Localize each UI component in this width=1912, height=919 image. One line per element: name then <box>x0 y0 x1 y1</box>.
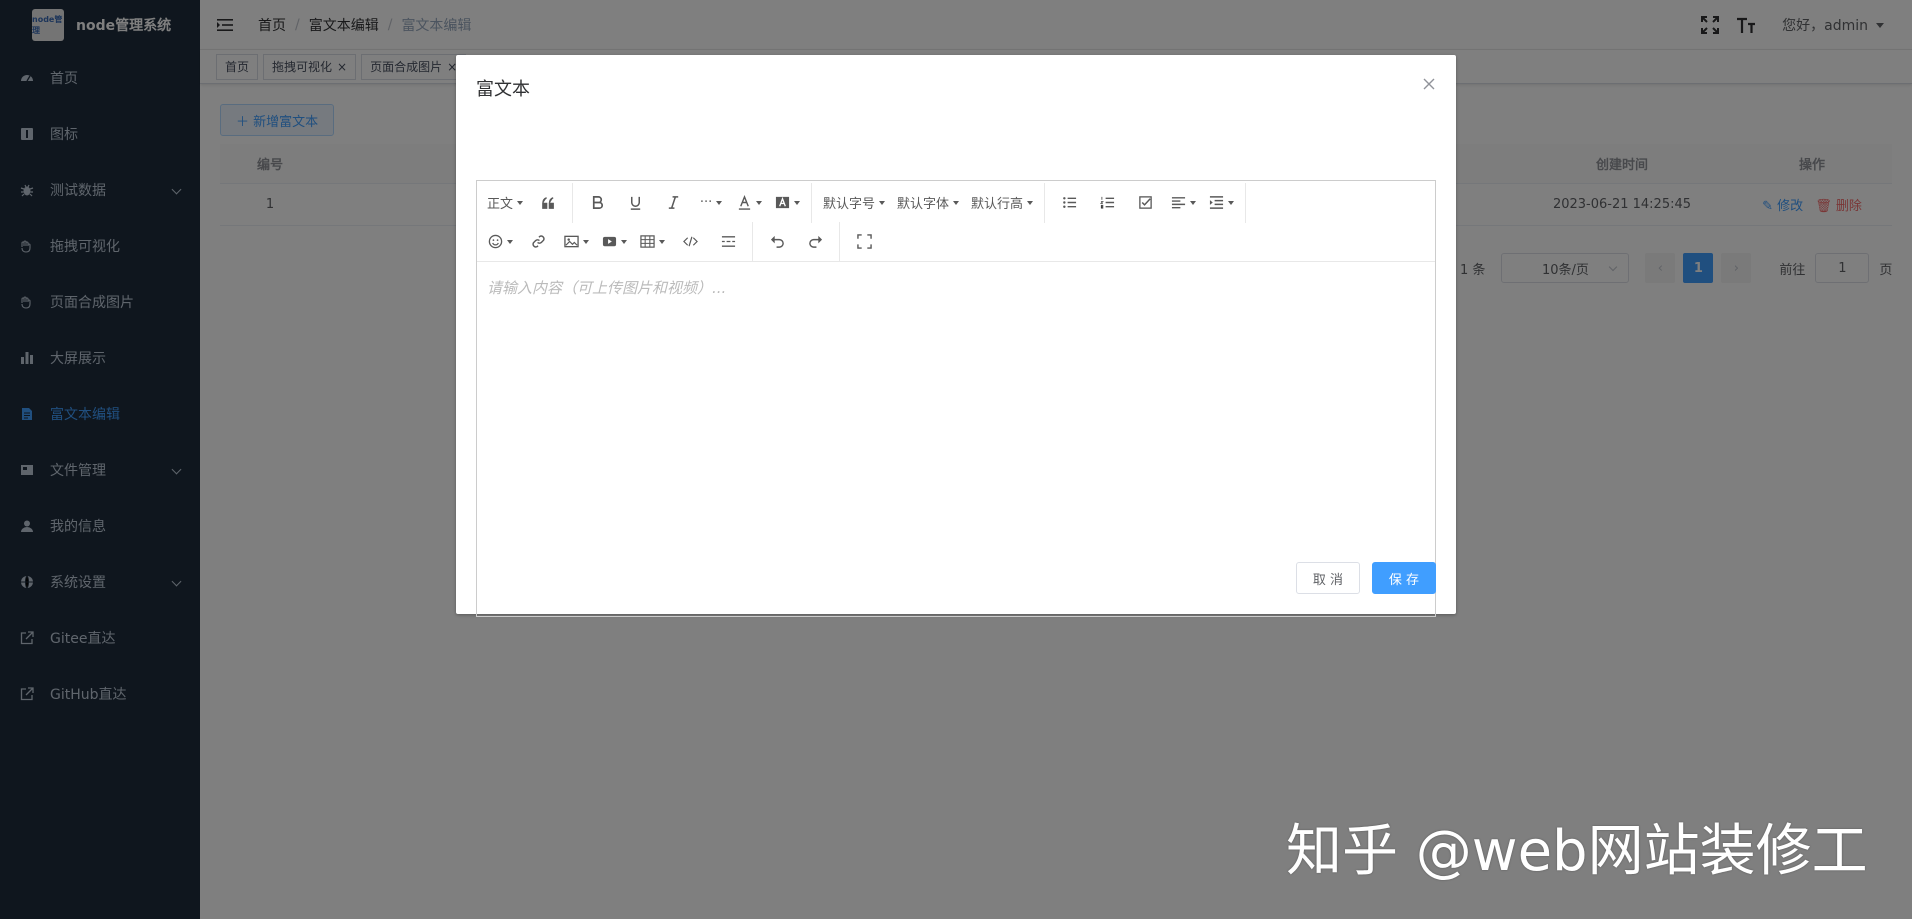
video-button[interactable] <box>595 226 633 258</box>
code-block-button[interactable] <box>671 226 709 258</box>
paragraph-select[interactable]: 正文 <box>481 187 529 219</box>
font-size-select[interactable]: 默认字号 <box>817 187 891 219</box>
bold-button[interactable] <box>578 187 616 219</box>
emoji-button[interactable] <box>481 226 519 258</box>
indent-icon <box>1209 196 1223 209</box>
close-icon[interactable] <box>1422 77 1436 91</box>
dialog-footer: 取 消 保 存 <box>1296 562 1436 594</box>
undo-button[interactable] <box>758 226 796 258</box>
more-icon: ··· <box>699 195 713 210</box>
quote-icon <box>541 197 554 209</box>
underline-button[interactable] <box>616 187 654 219</box>
editor-fullscreen-button[interactable] <box>845 226 883 258</box>
bulleted-list-button[interactable] <box>1050 187 1088 219</box>
caret-down-icon <box>755 200 762 205</box>
italic-icon <box>668 196 678 209</box>
caret-down-icon <box>716 200 723 205</box>
caret-down-icon <box>506 239 513 244</box>
save-button[interactable]: 保 存 <box>1372 562 1436 594</box>
emoji-icon <box>488 234 502 249</box>
dialog-title: 富文本 <box>476 79 530 100</box>
checkbox-icon <box>1138 196 1152 209</box>
caret-down-icon <box>793 200 800 205</box>
table-button[interactable] <box>633 226 671 258</box>
caret-down-icon <box>953 200 960 205</box>
editor-content[interactable]: 请输入内容（可上传图片和视频）... <box>477 262 1435 313</box>
fullscreen-icon <box>856 234 872 249</box>
caret-down-icon <box>879 200 886 205</box>
link-icon <box>531 235 545 248</box>
more-style-button[interactable]: ··· <box>692 187 730 219</box>
editor-toolbar: 正文 ··· 默认字号 默认字体 默认行高 <box>477 181 1435 262</box>
align-button[interactable] <box>1164 187 1202 219</box>
redo-icon <box>808 235 822 248</box>
redo-button[interactable] <box>796 226 834 258</box>
font-color-button[interactable] <box>730 187 768 219</box>
divider-button[interactable] <box>709 226 747 258</box>
todo-button[interactable] <box>1126 187 1164 219</box>
bold-icon <box>592 196 603 209</box>
link-button[interactable] <box>519 226 557 258</box>
cancel-button[interactable]: 取 消 <box>1296 562 1360 594</box>
italic-button[interactable] <box>654 187 692 219</box>
caret-down-icon <box>1027 200 1034 205</box>
numbered-list-button[interactable] <box>1088 187 1126 219</box>
align-left-icon <box>1171 197 1185 209</box>
image-button[interactable] <box>557 226 595 258</box>
font-family-select[interactable]: 默认字体 <box>891 187 965 219</box>
bulleted-list-icon <box>1062 197 1076 208</box>
caret-down-icon <box>620 239 627 244</box>
caret-down-icon <box>1189 200 1196 205</box>
caret-down-icon <box>658 239 665 244</box>
video-icon <box>602 236 616 247</box>
toolbar-row-1: 正文 ··· 默认字号 默认字体 默认行高 <box>481 182 1431 223</box>
caret-down-icon <box>517 200 524 205</box>
underline-icon <box>630 196 640 210</box>
bg-color-button[interactable] <box>768 187 806 219</box>
undo-icon <box>770 235 784 248</box>
richtext-dialog: 富文本 正文 ··· 默认字号 默认字体 默认行高 请输入内容（可上传图片和视频… <box>456 55 1456 617</box>
toolbar-row-2 <box>481 221 1431 262</box>
quote-button[interactable] <box>529 187 567 219</box>
caret-down-icon <box>1227 200 1234 205</box>
caret-down-icon <box>582 239 589 244</box>
bg-color-icon <box>775 196 789 209</box>
indent-button[interactable] <box>1202 187 1240 219</box>
line-height-select[interactable]: 默认行高 <box>965 187 1039 219</box>
numbered-list-icon <box>1099 196 1114 209</box>
code-icon <box>682 236 698 247</box>
editor-placeholder: 请输入内容（可上传图片和视频）... <box>487 279 727 297</box>
richtext-editor: 正文 ··· 默认字号 默认字体 默认行高 请输入内容（可上传图片和视频）... <box>476 180 1436 617</box>
font-color-icon <box>738 195 750 210</box>
watermark: 知乎 @web网站装修工 <box>1286 819 1868 884</box>
divider-icon <box>721 236 735 247</box>
image-icon <box>563 235 579 248</box>
table-icon <box>639 235 655 248</box>
